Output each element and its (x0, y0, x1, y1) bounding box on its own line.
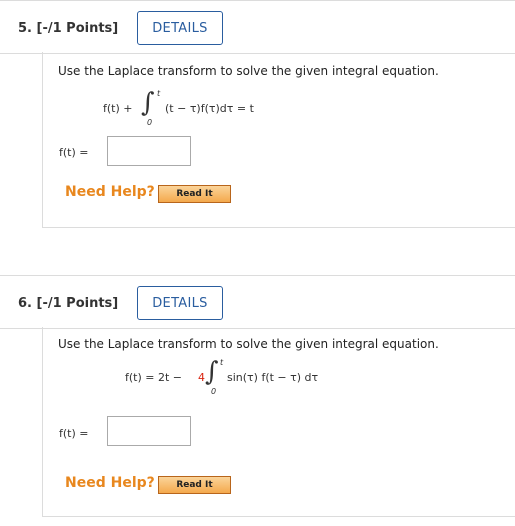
question-6-need-help: Need Help? (65, 475, 155, 491)
equation-lhs: f(t) + (103, 102, 133, 115)
question-5-need-help: Need Help? (65, 184, 155, 200)
question-5-details-button[interactable]: DETAILS (137, 11, 223, 45)
integral-upper-limit: t (220, 358, 224, 367)
integral-sign: ∫ (141, 88, 155, 118)
question-5-read-it-button[interactable]: Read It (158, 185, 231, 203)
equation-integrand: (t − τ)f(τ)dτ = t (165, 102, 254, 115)
question-6-answer-label: f(t) = (59, 427, 89, 440)
equation-coefficient: 4 (198, 371, 205, 384)
question-5-equation: f(t) + ∫ t 0 (t − τ)f(τ)dτ = t (103, 88, 403, 132)
equation-integrand: sin(τ) f(t − τ) dτ (227, 371, 319, 384)
question-6-read-it-button[interactable]: Read It (158, 476, 231, 494)
equation-lhs: f(t) = 2t − (125, 371, 183, 384)
question-5-answer-label: f(t) = (59, 146, 89, 159)
question-6-equation: f(t) = 2t − 4 ∫ t 0 sin(τ) f(t − τ) dτ (125, 357, 445, 401)
question-6-prompt: Use the Laplace transform to solve the g… (58, 337, 439, 351)
question-6-body: Use the Laplace transform to solve the g… (42, 327, 515, 517)
question-6-header: 6. [-/1 Points] DETAILS (0, 275, 515, 329)
integral-sign: ∫ (205, 357, 219, 387)
question-5-header: 5. [-/1 Points] DETAILS (0, 0, 515, 54)
question-5-prompt: Use the Laplace transform to solve the g… (58, 64, 439, 78)
question-6-number: 6. [-/1 Points] (18, 296, 119, 311)
question-6-details-button[interactable]: DETAILS (137, 286, 223, 320)
question-5-body: Use the Laplace transform to solve the g… (42, 52, 515, 228)
integral-upper-limit: t (157, 89, 161, 98)
integral-lower-limit: 0 (147, 118, 153, 127)
question-5-number: 5. [-/1 Points] (18, 21, 119, 36)
integral-lower-limit: 0 (211, 387, 217, 396)
question-6: 6. [-/1 Points] DETAILS Use the Laplace … (0, 275, 515, 526)
question-5-answer-input[interactable] (107, 136, 191, 166)
question-6-answer-input[interactable] (107, 416, 191, 446)
question-5: 5. [-/1 Points] DETAILS Use the Laplace … (0, 0, 515, 250)
